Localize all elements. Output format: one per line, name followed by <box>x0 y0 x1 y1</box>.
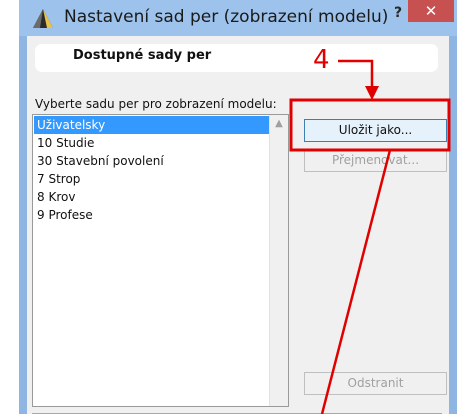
close-button[interactable]: ✕ <box>408 0 454 22</box>
screenshot-stage: Nastavení sad per (zobrazení modelu) ? ✕… <box>0 0 457 414</box>
rename-button[interactable]: Přejmenovat... <box>304 149 447 172</box>
scroll-up-icon[interactable]: ▲ <box>270 115 288 133</box>
list-item[interactable]: 30 Stavební povolení <box>34 152 270 170</box>
list-item[interactable]: Uživatelsky <box>34 116 270 134</box>
list-scrollbar[interactable]: ▲ <box>269 115 288 406</box>
help-button[interactable]: ? <box>387 2 409 24</box>
title-bar[interactable]: Nastavení sad per (zobrazení modelu) ? ✕ <box>19 0 457 36</box>
pen-set-listbox[interactable]: Uživatelsky 10 Studie 30 Stavební povole… <box>32 114 289 407</box>
delete-button[interactable]: Odstranit <box>304 372 447 395</box>
list-item[interactable]: 7 Strop <box>34 170 270 188</box>
dialog-window: Nastavení sad per (zobrazení modelu) ? ✕… <box>19 0 457 414</box>
archicad-app-icon <box>33 9 53 28</box>
list-item[interactable]: 8 Krov <box>34 188 270 206</box>
list-item[interactable]: 9 Profese <box>34 206 270 224</box>
window-title: Nastavení sad per (zobrazení modelu) <box>64 7 389 27</box>
list-item[interactable]: 10 Studie <box>34 134 270 152</box>
section-header-title: Dostupné sady per <box>73 48 212 63</box>
list-instruction-label: Vyberte sadu per pro zobrazení modelu: <box>35 97 277 111</box>
dialog-client-area: Dostupné sady per Vyberte sadu per pro z… <box>27 36 449 414</box>
step-number-label: 4 <box>313 45 330 75</box>
save-as-button[interactable]: Uložit jako... <box>304 119 447 142</box>
section-header: Dostupné sady per <box>35 44 438 72</box>
